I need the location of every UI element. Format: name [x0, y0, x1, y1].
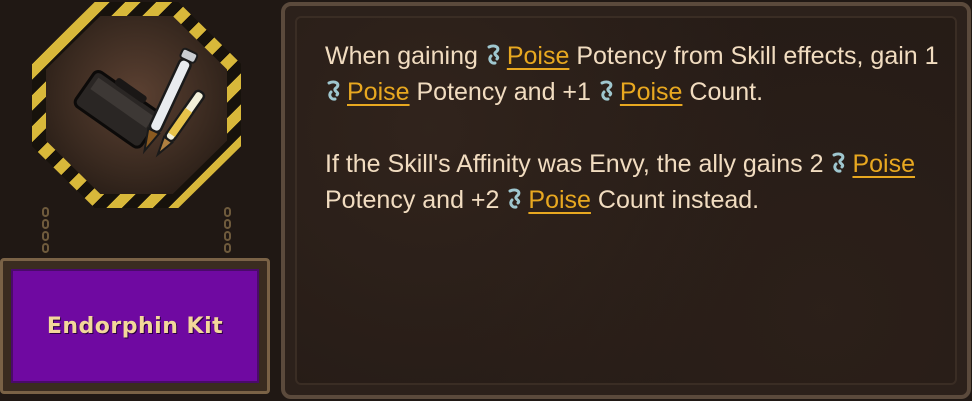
poise-keyword[interactable]: Poise	[620, 78, 683, 106]
item-icon-frame	[32, 2, 241, 208]
description-paragraph: When gaining Poise Potency from Skill ef…	[325, 42, 939, 106]
left-chain	[41, 205, 49, 263]
description-paragraph: If the Skill's Affinity was Envy, the al…	[325, 150, 916, 214]
right-chain	[223, 205, 231, 263]
poise-keyword[interactable]: Poise	[852, 150, 915, 178]
poise-icon	[487, 44, 500, 65]
item-name-plate: Endorphin Kit	[0, 258, 270, 394]
poise-icon	[327, 80, 340, 101]
poise-icon	[832, 152, 845, 173]
endorphin-kit-icon	[73, 47, 206, 158]
poise-keyword[interactable]: Poise	[347, 78, 410, 106]
poise-icon	[508, 188, 521, 209]
poise-keyword[interactable]: Poise	[528, 186, 591, 214]
item-name: Endorphin Kit	[46, 313, 224, 339]
description-text: When gaining Poise Potency from Skill ef…	[325, 38, 945, 254]
poise-keyword[interactable]: Poise	[507, 42, 570, 70]
poise-icon	[600, 80, 613, 101]
item-icon-background	[46, 16, 227, 194]
